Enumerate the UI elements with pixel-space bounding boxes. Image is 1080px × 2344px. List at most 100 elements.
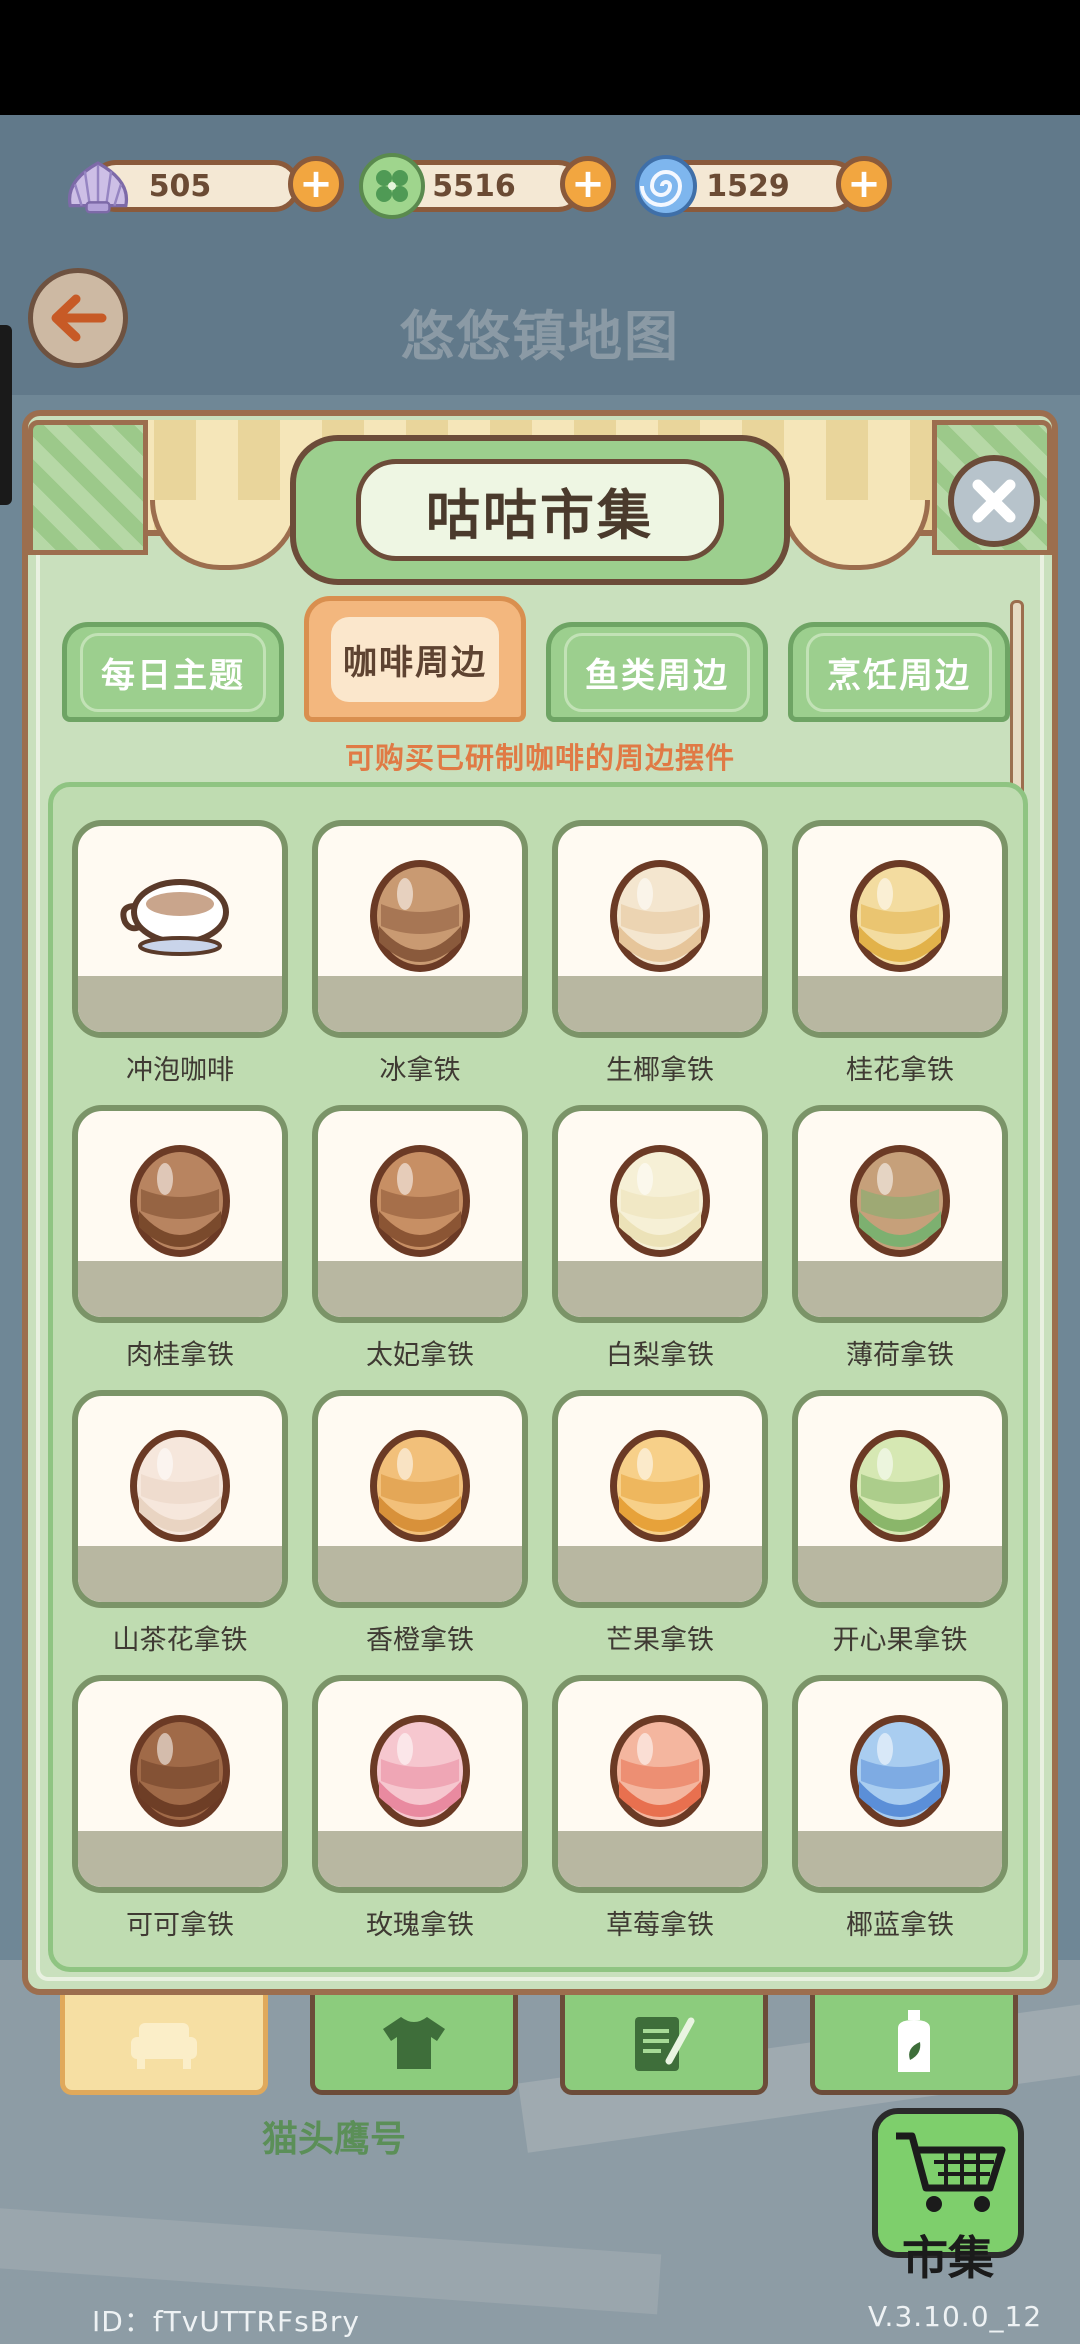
- item-name: 肉桂拿铁: [126, 1340, 234, 1371]
- bottle-icon: [898, 2009, 930, 2072]
- add-shell-button[interactable]: +: [288, 156, 344, 212]
- tab-daily-theme[interactable]: 每日主题: [62, 622, 284, 722]
- item-card[interactable]: [72, 1675, 288, 1893]
- item-shelf: [558, 1831, 762, 1887]
- coffee-item[interactable]: 肉桂拿铁: [72, 1105, 288, 1371]
- item-name: 开心果拿铁: [832, 1625, 968, 1656]
- item-shelf: [798, 1261, 1002, 1317]
- item-card[interactable]: [792, 1390, 1008, 1608]
- latte-glass-icon: [850, 1715, 950, 1827]
- latte-glass-icon: [370, 1430, 470, 1542]
- coffee-item[interactable]: 白梨拿铁: [552, 1105, 768, 1371]
- note-edit-icon: [635, 2016, 695, 2071]
- market-subtitle: 可购买已研制咖啡的周边摆件: [344, 741, 735, 775]
- currency-clover: 5516 +: [356, 150, 622, 222]
- latte-glass-icon: [130, 1715, 230, 1827]
- coffee-item[interactable]: 桂花拿铁: [792, 820, 1008, 1086]
- item-card[interactable]: [552, 1105, 768, 1323]
- latte-glass-icon: [850, 1430, 950, 1542]
- item-name: 生椰拿铁: [606, 1055, 714, 1086]
- item-name: 冰拿铁: [379, 1055, 461, 1086]
- item-shelf: [798, 1831, 1002, 1887]
- item-name: 可可拿铁: [126, 1910, 234, 1941]
- coffee-item[interactable]: 可可拿铁: [72, 1675, 288, 1941]
- user-id: ID：fTvUTTRFsBry: [92, 2305, 360, 2338]
- item-card[interactable]: [72, 1390, 288, 1608]
- tab-label: 烹饪周边: [806, 632, 992, 712]
- shell-icon: [62, 150, 134, 222]
- coffee-item[interactable]: 椰蓝拿铁: [792, 1675, 1008, 1941]
- latte-glass-icon: [370, 860, 470, 972]
- latte-glass-icon: [610, 1715, 710, 1827]
- item-name: 太妃拿铁: [366, 1340, 474, 1371]
- item-name: 白梨拿铁: [606, 1340, 714, 1371]
- latte-glass-icon: [850, 860, 950, 972]
- item-name: 香橙拿铁: [366, 1625, 474, 1656]
- currency-swirl: 1529 +: [630, 150, 896, 222]
- item-name: 芒果拿铁: [606, 1625, 714, 1656]
- item-card[interactable]: [552, 1675, 768, 1893]
- item-shelf: [558, 976, 762, 1032]
- item-card[interactable]: [792, 1675, 1008, 1893]
- item-shelf: [318, 1261, 522, 1317]
- item-shelf: [798, 1546, 1002, 1602]
- coffee-item[interactable]: 薄荷拿铁: [792, 1105, 1008, 1371]
- coffee-item[interactable]: 山茶花拿铁: [72, 1390, 288, 1656]
- coffee-item[interactable]: 芒果拿铁: [552, 1390, 768, 1656]
- item-card[interactable]: [792, 820, 1008, 1038]
- coffee-item[interactable]: 玫瑰拿铁: [312, 1675, 528, 1941]
- item-name: 玫瑰拿铁: [366, 1910, 474, 1941]
- item-card[interactable]: [72, 1105, 288, 1323]
- item-name: 薄荷拿铁: [846, 1340, 954, 1371]
- item-card[interactable]: [552, 1390, 768, 1608]
- bottom-tab-furniture[interactable]: [60, 1995, 268, 2095]
- item-card[interactable]: [312, 820, 528, 1038]
- item-card[interactable]: [312, 1105, 528, 1323]
- bottom-tab-bottle[interactable]: [810, 1995, 1018, 2095]
- latte-glass-icon: [610, 1145, 710, 1257]
- item-card[interactable]: [552, 820, 768, 1038]
- sofa-icon: [131, 2022, 197, 2069]
- clover-icon: [356, 150, 428, 222]
- item-shelf: [78, 976, 282, 1032]
- coffee-item[interactable]: 冰拿铁: [312, 820, 528, 1086]
- market-title: 咕咕市集: [356, 459, 724, 561]
- swirl-icon: [630, 150, 702, 222]
- coffee-item[interactable]: 冲泡咖啡: [72, 820, 288, 1086]
- coffee-item[interactable]: 生椰拿铁: [552, 820, 768, 1086]
- coffee-cup-icon: [120, 879, 229, 956]
- item-name: 桂花拿铁: [846, 1055, 954, 1086]
- item-shelf: [78, 1831, 282, 1887]
- item-card[interactable]: [312, 1675, 528, 1893]
- status-bar: [0, 0, 1080, 115]
- item-card[interactable]: [312, 1390, 528, 1608]
- item-shelf: [798, 976, 1002, 1032]
- bottom-tab-clothing[interactable]: [310, 1995, 518, 2095]
- item-name: 山茶花拿铁: [112, 1625, 248, 1656]
- item-card[interactable]: [72, 820, 288, 1038]
- item-shelf: [558, 1546, 762, 1602]
- currency-shell: 505 +: [62, 150, 352, 222]
- coffee-item[interactable]: 香橙拿铁: [312, 1390, 528, 1656]
- tab-label: 每日主题: [80, 632, 266, 712]
- tab-coffee[interactable]: 咖啡周边: [304, 596, 526, 722]
- coffee-item[interactable]: 开心果拿铁: [792, 1390, 1008, 1656]
- tab-fish[interactable]: 鱼类周边: [546, 622, 768, 722]
- add-swirl-button[interactable]: +: [836, 156, 892, 212]
- item-shelf: [318, 976, 522, 1032]
- item-name: 椰蓝拿铁: [846, 1910, 954, 1941]
- awning-decor-left: [28, 420, 148, 555]
- latte-glass-icon: [610, 1430, 710, 1542]
- close-button[interactable]: [948, 455, 1040, 547]
- item-card[interactable]: [792, 1105, 1008, 1323]
- latte-glass-icon: [130, 1430, 230, 1542]
- item-shelf: [78, 1261, 282, 1317]
- market-sign: 咕咕市集: [290, 435, 790, 585]
- tab-cooking[interactable]: 烹饪周边: [788, 622, 1010, 722]
- latte-glass-icon: [850, 1145, 950, 1257]
- bottom-tab-notes[interactable]: [560, 1995, 768, 2095]
- coffee-item[interactable]: 草莓拿铁: [552, 1675, 768, 1941]
- tab-label: 咖啡周边: [331, 616, 499, 702]
- coffee-item[interactable]: 太妃拿铁: [312, 1105, 528, 1371]
- add-clover-button[interactable]: +: [560, 156, 616, 212]
